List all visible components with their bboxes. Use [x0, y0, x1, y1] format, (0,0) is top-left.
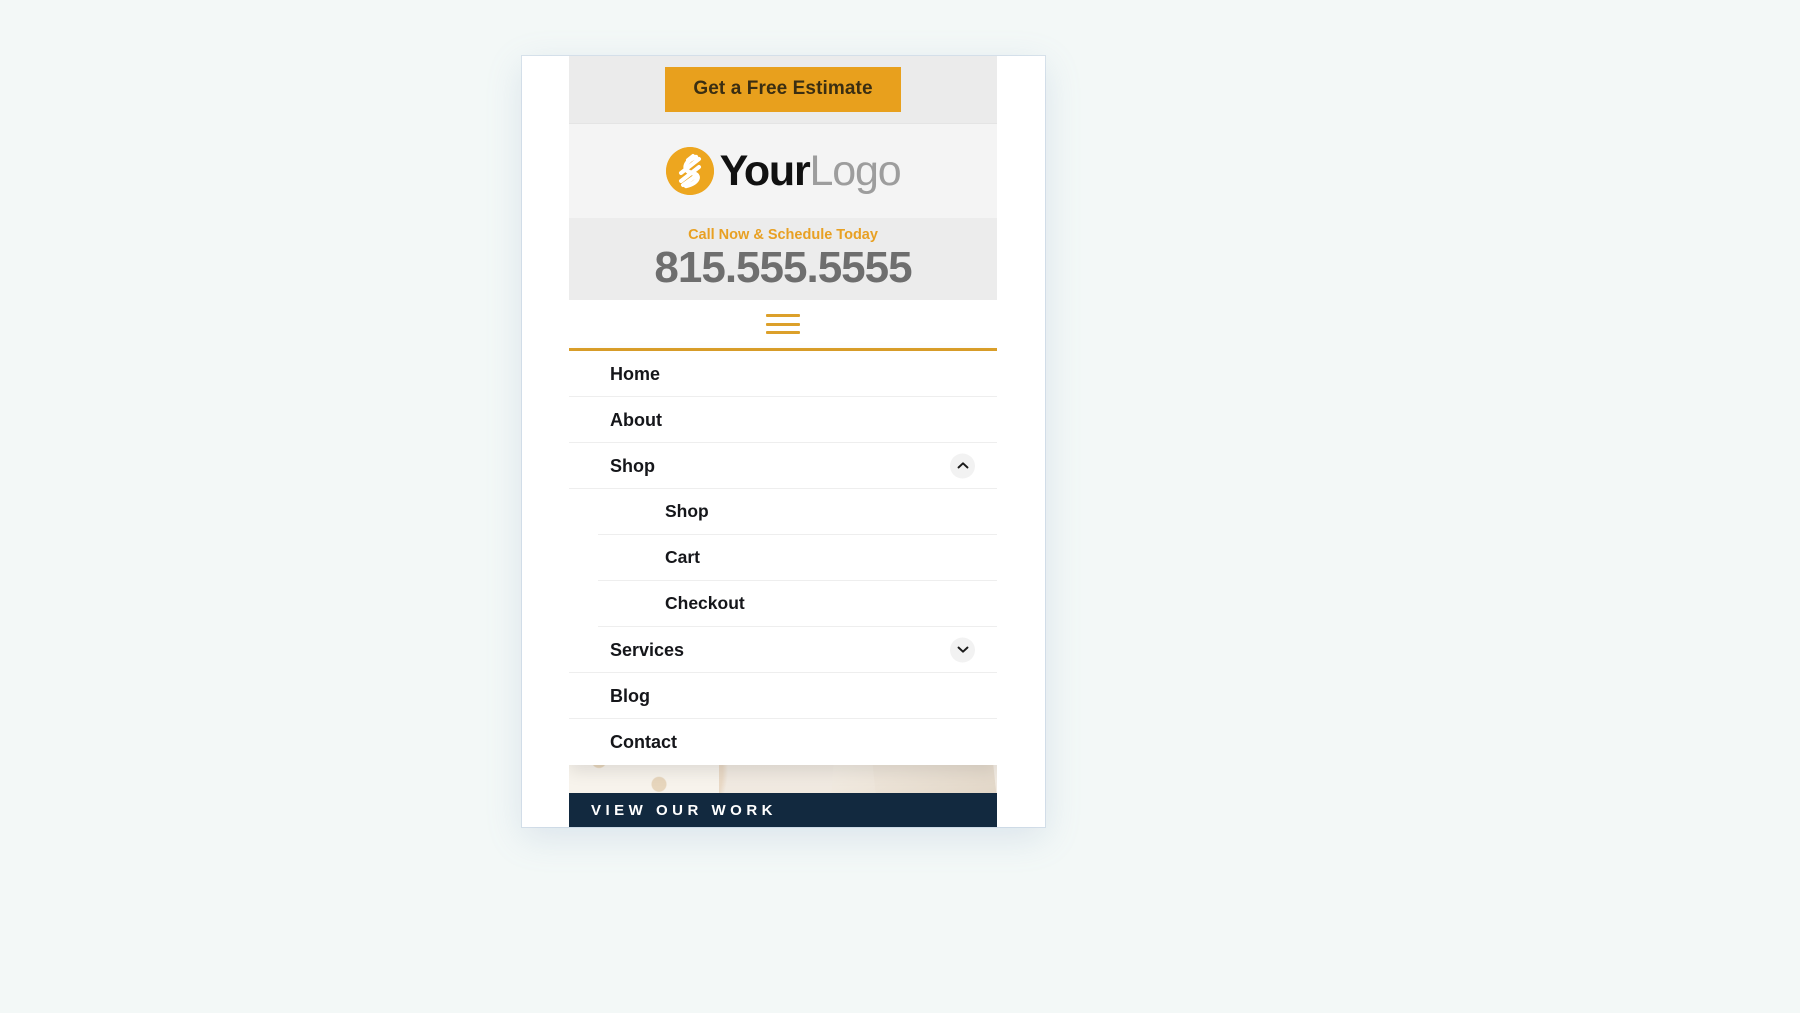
nav-label-home: Home	[610, 363, 661, 384]
nav-label-services: Services	[610, 639, 685, 660]
nav-label-shop: Shop	[610, 455, 655, 476]
hamburger-menu-icon[interactable]	[766, 311, 800, 337]
logo-text-secondary: Logo	[809, 146, 902, 195]
site-logo[interactable]: YourLogo	[665, 146, 902, 195]
phone-number-link[interactable]: 815.555.5555	[654, 245, 912, 291]
nav-label-blog: Blog	[610, 685, 650, 706]
logo-text-primary: Your	[719, 146, 811, 195]
hamburger-bar-2	[766, 322, 800, 326]
device-frame: Get a Free Estimate YourLogo Call Now & …	[522, 56, 1045, 827]
nav-item-contact[interactable]: Contact	[569, 719, 997, 765]
top-estimate-bar: Get a Free Estimate	[569, 56, 997, 123]
site-viewport: Get a Free Estimate YourLogo Call Now & …	[569, 56, 997, 827]
logo-wordmark: YourLogo	[719, 146, 902, 195]
nav-label-about: About	[610, 409, 662, 430]
phone-band: Call Now & Schedule Today 815.555.5555	[569, 218, 997, 300]
view-our-work-band: VIEW OUR WORK	[569, 793, 997, 827]
hamburger-bar-1	[766, 314, 800, 317]
mobile-nav-panel: Home About Shop Shop Cart Checkout Servi…	[569, 351, 997, 765]
nav-item-blog[interactable]: Blog	[569, 673, 997, 719]
nav-item-home[interactable]: Home	[569, 351, 997, 397]
nav-label-contact: Contact	[610, 732, 677, 752]
nav-sublabel-cart: Cart	[665, 546, 701, 567]
nav-sublabel-shop: Shop	[665, 500, 709, 521]
chevron-down-icon[interactable]	[950, 637, 975, 662]
nav-item-about[interactable]: About	[569, 397, 997, 443]
view-our-work-label: VIEW OUR WORK	[591, 801, 777, 819]
yourlogo-swoosh-icon	[665, 147, 714, 195]
nav-item-services[interactable]: Services	[569, 627, 997, 673]
get-free-estimate-button[interactable]: Get a Free Estimate	[665, 67, 901, 112]
nav-subitem-cart[interactable]: Cart	[598, 535, 997, 581]
nav-item-shop[interactable]: Shop	[569, 443, 997, 489]
shop-submenu: Shop Cart Checkout	[569, 489, 997, 627]
hamburger-bar-3	[766, 331, 800, 334]
logo-band: YourLogo	[569, 123, 997, 218]
nav-sublabel-checkout: Checkout	[665, 592, 745, 613]
mobile-nav-bar	[569, 300, 997, 351]
call-now-tagline: Call Now & Schedule Today	[688, 227, 878, 244]
chevron-up-icon[interactable]	[950, 453, 975, 478]
nav-subitem-shop[interactable]: Shop	[598, 489, 997, 535]
nav-subitem-checkout[interactable]: Checkout	[598, 581, 997, 627]
